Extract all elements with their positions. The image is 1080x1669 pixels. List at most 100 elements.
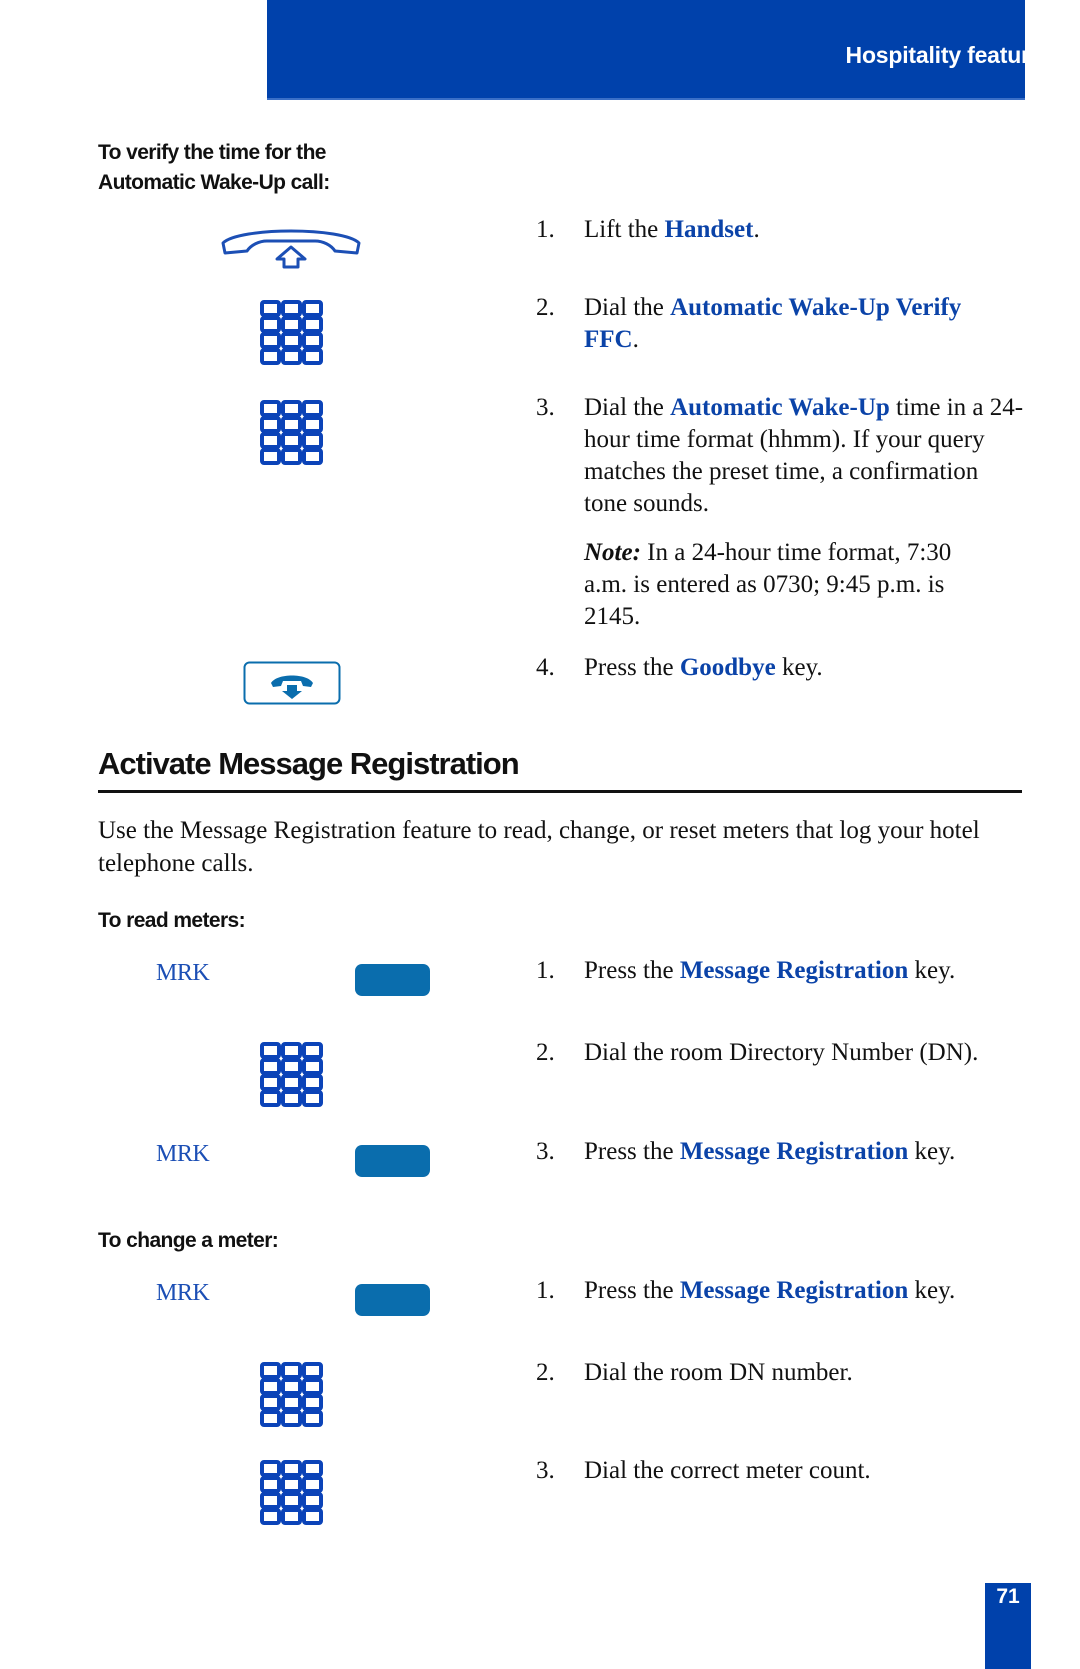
dialpad-key <box>281 300 302 317</box>
dialpad-key <box>302 1492 323 1509</box>
step-text: Press the <box>584 654 680 681</box>
mrk-key-label: MRK <box>156 1280 210 1306</box>
read-step-1: 1. Press the Message Registration key. <box>536 955 1036 987</box>
dialpad-key <box>260 1476 281 1493</box>
dialpad-icon <box>260 1042 324 1108</box>
dialpad-key <box>281 1508 302 1525</box>
dialpad-key <box>281 1476 302 1493</box>
read-meters-subheading: To read meters: <box>98 909 246 932</box>
dialpad-key <box>302 348 323 365</box>
dialpad-key <box>281 1074 302 1091</box>
dialpad-key <box>260 1362 281 1379</box>
message-registration-term: Message Registration <box>679 957 909 984</box>
step-text: key. <box>908 1138 956 1165</box>
dialpad-key <box>260 1378 281 1395</box>
dialpad-key <box>281 448 302 465</box>
page-number: 71 <box>996 1585 1020 1608</box>
step-text: . <box>753 216 760 243</box>
dialpad-key <box>260 332 281 349</box>
verify-step-1: 1. Lift the Handset. <box>536 214 1036 246</box>
section-intro: Use the Message Registration feature to … <box>98 817 980 877</box>
dialpad-key <box>302 1394 323 1411</box>
dialpad-key <box>260 1090 281 1107</box>
handset-term: Handset <box>664 216 754 243</box>
dialpad-key <box>260 1492 281 1509</box>
dialpad-key <box>281 1492 302 1509</box>
dialpad-key <box>281 400 302 417</box>
mrk-softkey[interactable] <box>355 1145 430 1177</box>
change-meter-subheading: To change a meter: <box>98 1229 279 1252</box>
dialpad-key <box>260 432 281 449</box>
step-number: 1. <box>536 957 555 984</box>
dialpad-key <box>260 1394 281 1411</box>
dialpad-key <box>281 1362 302 1379</box>
goodbye-term: Goodbye <box>679 654 776 681</box>
change-step-3: 3. Dial the correct meter count. <box>536 1455 1036 1487</box>
mrk-key-label: MRK <box>156 1141 210 1167</box>
dialpad-key <box>302 1378 323 1395</box>
dialpad-key <box>260 1042 281 1059</box>
message-registration-term: Message Registration <box>679 1277 909 1304</box>
dialpad-key <box>260 1074 281 1091</box>
step-text: . <box>632 326 639 353</box>
dialpad-icon <box>260 1362 324 1428</box>
chapter-title: Hospitality features <box>845 42 1056 68</box>
dialpad-key <box>281 432 302 449</box>
dialpad-key <box>281 1460 302 1477</box>
dialpad-key <box>260 316 281 333</box>
dialpad-icon <box>260 300 324 366</box>
dialpad-key <box>281 1058 302 1075</box>
dialpad-key <box>260 448 281 465</box>
dialpad-key <box>302 1476 323 1493</box>
verify-subheading-line2: Automatic Wake-Up call: <box>98 171 330 194</box>
dialpad-key <box>302 316 323 333</box>
dialpad-key <box>302 1090 323 1107</box>
step-number: 1. <box>536 1277 555 1304</box>
step-number: 3. <box>536 394 555 421</box>
handset-lift-icon <box>219 225 363 271</box>
step-number: 3. <box>536 1138 555 1165</box>
mrk-softkey[interactable] <box>355 964 430 996</box>
dialpad-key <box>260 348 281 365</box>
step-number: 1. <box>536 216 555 243</box>
verify-step-4: 4. Press the Goodbye key. <box>536 652 1036 684</box>
step-number: 2. <box>536 1359 555 1386</box>
step-text: Dial the room DN number. <box>584 1359 853 1386</box>
dialpad-key <box>302 1074 323 1091</box>
dialpad-key <box>281 316 302 333</box>
dialpad-key <box>302 1058 323 1075</box>
dialpad-icon <box>260 1460 324 1526</box>
dialpad-icon <box>260 400 324 466</box>
dialpad-key <box>281 1410 302 1427</box>
section-divider <box>98 790 1022 793</box>
verify-step-2: 2. Dial the Automatic Wake-Up Verify FFC… <box>536 292 1006 356</box>
dialpad-key <box>260 416 281 433</box>
dialpad-key <box>260 1410 281 1427</box>
step-number: 2. <box>536 1039 555 1066</box>
step-number: 2. <box>536 294 555 321</box>
dialpad-key <box>281 416 302 433</box>
dialpad-key <box>302 1508 323 1525</box>
verify-step-3: 3. Dial the Automatic Wake-Up time in a … <box>536 392 1024 520</box>
message-registration-term: Message Registration <box>679 1138 909 1165</box>
goodbye-key-icon <box>243 661 341 705</box>
dialpad-key <box>281 1394 302 1411</box>
step-text: Dial the <box>584 294 671 321</box>
dialpad-key <box>302 448 323 465</box>
step-number: 4. <box>536 654 555 681</box>
wakeup-term: Automatic Wake-Up <box>670 394 890 421</box>
dialpad-key <box>260 1460 281 1477</box>
step-text: Press the <box>584 957 680 984</box>
step-text: Dial the room Directory Number (DN). <box>584 1039 979 1066</box>
dialpad-key <box>302 416 323 433</box>
mrk-softkey[interactable] <box>355 1284 430 1316</box>
section-heading: Activate Message Registration <box>98 746 520 781</box>
dialpad-key <box>260 1058 281 1075</box>
dialpad-key <box>302 1362 323 1379</box>
dialpad-key <box>302 332 323 349</box>
read-step-3: 3. Press the Message Registration key. <box>536 1136 1036 1168</box>
read-step-2: 2. Dial the room Directory Number (DN). <box>536 1037 1036 1069</box>
note-label: Note: <box>584 539 641 566</box>
dialpad-key <box>281 1378 302 1395</box>
dialpad-key <box>302 300 323 317</box>
